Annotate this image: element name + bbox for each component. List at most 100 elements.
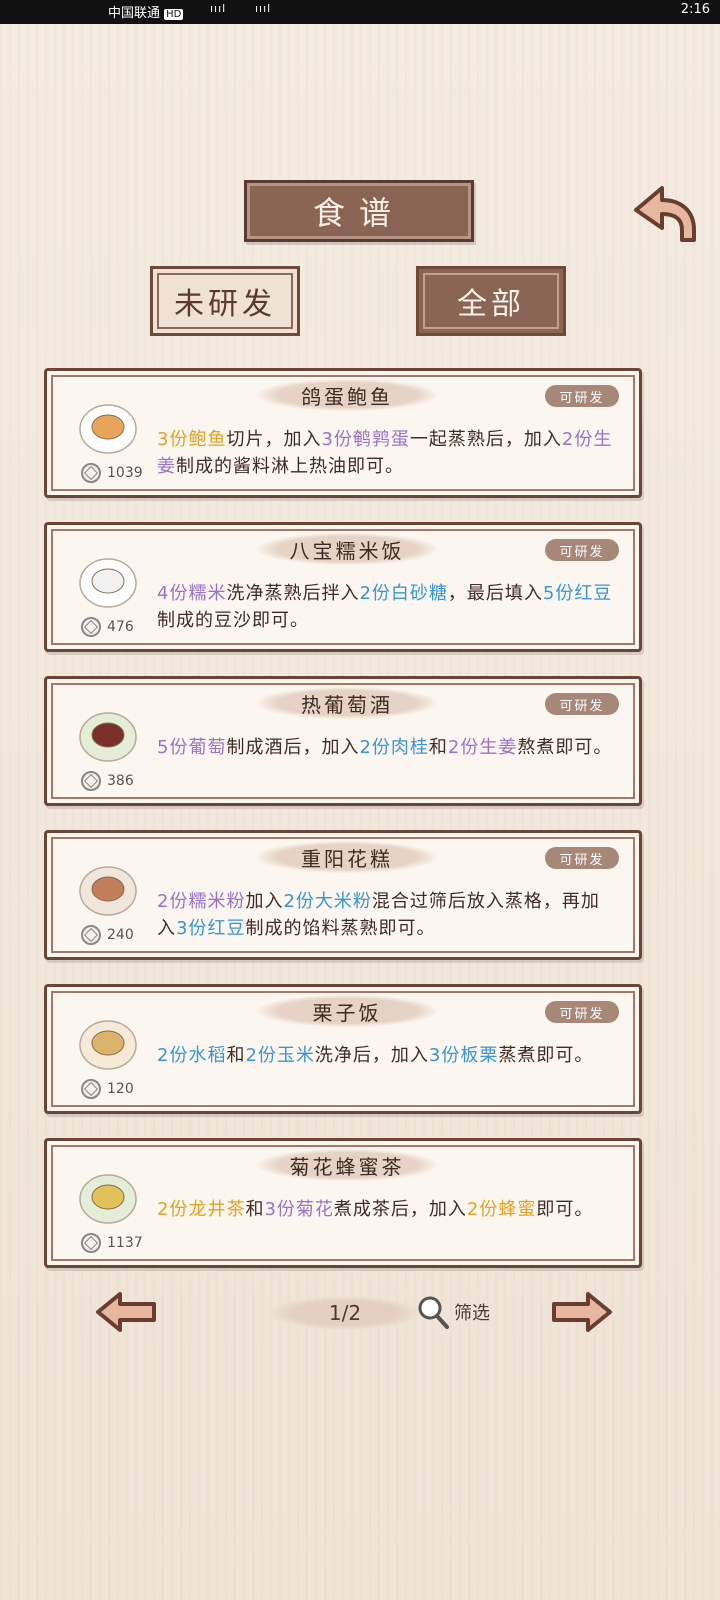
description-text: 制成酒后，加入 — [226, 737, 360, 758]
description-text: 切片，加入 — [226, 429, 322, 450]
recipe-name: 热葡萄酒 — [257, 687, 437, 719]
price-value: 240 — [107, 927, 134, 943]
description-text: 制成的豆沙即可。 — [157, 610, 309, 631]
ingredient-text: 红豆 — [207, 918, 246, 939]
tab-undeveloped[interactable]: 未研发 — [150, 266, 300, 336]
abalone-dish-icon — [79, 404, 137, 454]
tab-all[interactable]: 全部 — [416, 266, 566, 336]
recipe-name: 栗子饭 — [257, 995, 437, 1027]
ingredient-text: 葡萄 — [188, 737, 227, 758]
ingredient-text: 3份 — [321, 429, 353, 450]
ingredient-text: 2份 — [283, 891, 315, 912]
tea-cup-icon — [79, 1174, 137, 1224]
clock: 2:16 — [680, 2, 710, 17]
next-page-arrow-icon[interactable] — [550, 1290, 614, 1334]
description-text: 洗净蒸熟后拌入 — [226, 583, 360, 604]
description-text: 洗净后，加入 — [314, 1045, 429, 1066]
description-text: 加入 — [245, 891, 284, 912]
ingredient-text: 水稻 — [188, 1045, 227, 1066]
recipe-description: 2份糯米粉加入2份大米粉混合过筛后放入蒸格，再加入3份红豆制成的馅料蒸熟即可。 — [157, 888, 617, 942]
developable-badge: 可研发 — [545, 1001, 619, 1023]
magnifier-icon — [418, 1296, 449, 1329]
ingredient-text: 蜂蜜 — [498, 1199, 537, 1220]
rice-bowl-icon — [79, 558, 137, 608]
ingredient-text: 3份 — [176, 918, 208, 939]
description-text: 和 — [245, 1199, 265, 1220]
prev-page-arrow-icon[interactable] — [94, 1290, 158, 1334]
recipe-description: 2份龙井茶和3份菊花煮成茶后，加入2份蜂蜜即可。 — [157, 1196, 617, 1223]
description-text: 蒸煮即可。 — [498, 1045, 594, 1066]
recipe-price: 120 — [81, 1079, 134, 1099]
developable-badge: 可研发 — [545, 693, 619, 715]
recipe-card[interactable]: 八宝糯米饭 可研发 476 4份糯米洗净蒸熟后拌入2份白砂糖，最后填入5份红豆制成的豆… — [44, 522, 642, 652]
coin-icon — [81, 1233, 101, 1253]
coin-icon — [81, 1079, 101, 1099]
ingredient-text: 鲍鱼 — [188, 429, 227, 450]
coin-icon — [81, 617, 101, 637]
ingredient-text: 2份 — [561, 429, 594, 450]
description-text: 煮成茶后，加入 — [333, 1199, 467, 1220]
price-value: 1137 — [107, 1235, 143, 1251]
recipe-description: 4份糯米洗净蒸熟后拌入2份白砂糖，最后填入5份红豆制成的豆沙即可。 — [157, 580, 617, 634]
back-arrow-icon[interactable] — [628, 180, 700, 246]
ingredient-text: 3份 — [157, 429, 189, 450]
ingredient-text: 2份 — [157, 891, 189, 912]
ingredient-text: 3份 — [428, 1045, 461, 1066]
chestnut-rice-icon — [79, 1020, 137, 1070]
ingredient-text: 龙井茶 — [188, 1199, 246, 1220]
recipe-name: 重阳花糕 — [257, 841, 437, 873]
description-text: 制成的馅料蒸熟即可。 — [245, 918, 436, 939]
recipe-price: 386 — [81, 771, 134, 791]
ingredient-text: 玉米 — [276, 1045, 315, 1066]
ingredient-text: 红豆 — [574, 583, 613, 604]
recipe-name: 鸽蛋鲍鱼 — [257, 379, 437, 411]
carrier-label: 中国联通 HD — [108, 6, 184, 21]
recipe-price: 476 — [81, 617, 134, 637]
description-text: 熬煮即可。 — [517, 737, 613, 758]
recipe-description: 3份鲍鱼切片，加入3份鹌鹑蛋一起蒸熟后，加入2份生姜制成的酱料淋上热油即可。 — [157, 426, 617, 480]
description-text: ，最后填入 — [447, 583, 543, 604]
recipe-name: 菊花蜂蜜茶 — [257, 1149, 437, 1181]
filter-button[interactable]: 筛选 — [416, 1292, 490, 1332]
ingredient-text: 5份 — [157, 737, 189, 758]
recipe-card[interactable]: 重阳花糕 可研发 240 2份糯米粉加入2份大米粉混合过筛后放入蒸格，再加入3份红豆制… — [44, 830, 642, 960]
ingredient-text: 大米粉 — [314, 891, 372, 912]
description-text: 即可。 — [536, 1199, 594, 1220]
ingredient-text: 菊花 — [295, 1199, 334, 1220]
price-value: 1039 — [107, 465, 143, 481]
game-background — [0, 24, 720, 1600]
description-text: 制成的酱料淋上热油即可。 — [176, 456, 404, 477]
coin-icon — [81, 925, 101, 945]
signal-icon: ıııl — [210, 2, 227, 15]
ingredient-text: 3份 — [264, 1199, 296, 1220]
signal-icon: ıııl — [255, 2, 272, 15]
coin-icon — [81, 463, 101, 483]
developable-badge: 可研发 — [545, 385, 619, 407]
recipe-card[interactable]: 栗子饭 可研发 120 2份水稻和2份玉米洗净后，加入3份板栗蒸煮即可。 — [44, 984, 642, 1114]
developable-badge: 可研发 — [545, 847, 619, 869]
recipe-price: 240 — [81, 925, 134, 945]
recipe-card[interactable]: 鸽蛋鲍鱼 可研发 1039 3份鲍鱼切片，加入3份鹌鹑蛋一起蒸熟后，加入2份生姜制成的… — [44, 368, 642, 498]
status-bar: 中国联通 HD ıııl ıııl 2:16 — [0, 0, 720, 24]
coin-icon — [81, 771, 101, 791]
ingredient-text: 板栗 — [460, 1045, 499, 1066]
ingredient-text: 4份 — [157, 583, 189, 604]
ingredient-text: 2份 — [466, 1199, 499, 1220]
ingredient-text: 2份 — [157, 1045, 189, 1066]
ingredient-text: 2份 — [359, 583, 391, 604]
recipe-card[interactable]: 热葡萄酒 可研发 386 5份葡萄制成酒后，加入2份肉桂和2份生姜熬煮即可。 — [44, 676, 642, 806]
recipe-price: 1039 — [81, 463, 143, 483]
flower-cake-icon — [79, 866, 137, 916]
description-text: 和 — [226, 1045, 246, 1066]
ingredient-text: 生姜 — [479, 737, 518, 758]
ingredient-text: 2份 — [447, 737, 480, 758]
ingredient-text: 白砂糖 — [390, 583, 448, 604]
wine-cup-icon — [79, 712, 137, 762]
filter-label: 筛选 — [454, 1303, 490, 1324]
recipe-card[interactable]: 菊花蜂蜜茶 1137 2份龙井茶和3份菊花煮成茶后，加入2份蜂蜜即可。 — [44, 1138, 642, 1268]
page-title: 食谱 — [244, 180, 474, 242]
recipe-price: 1137 — [81, 1233, 143, 1253]
page-indicator: 1/2 — [270, 1296, 420, 1330]
ingredient-text: 鹌鹑蛋 — [352, 429, 410, 450]
price-value: 476 — [107, 619, 134, 635]
